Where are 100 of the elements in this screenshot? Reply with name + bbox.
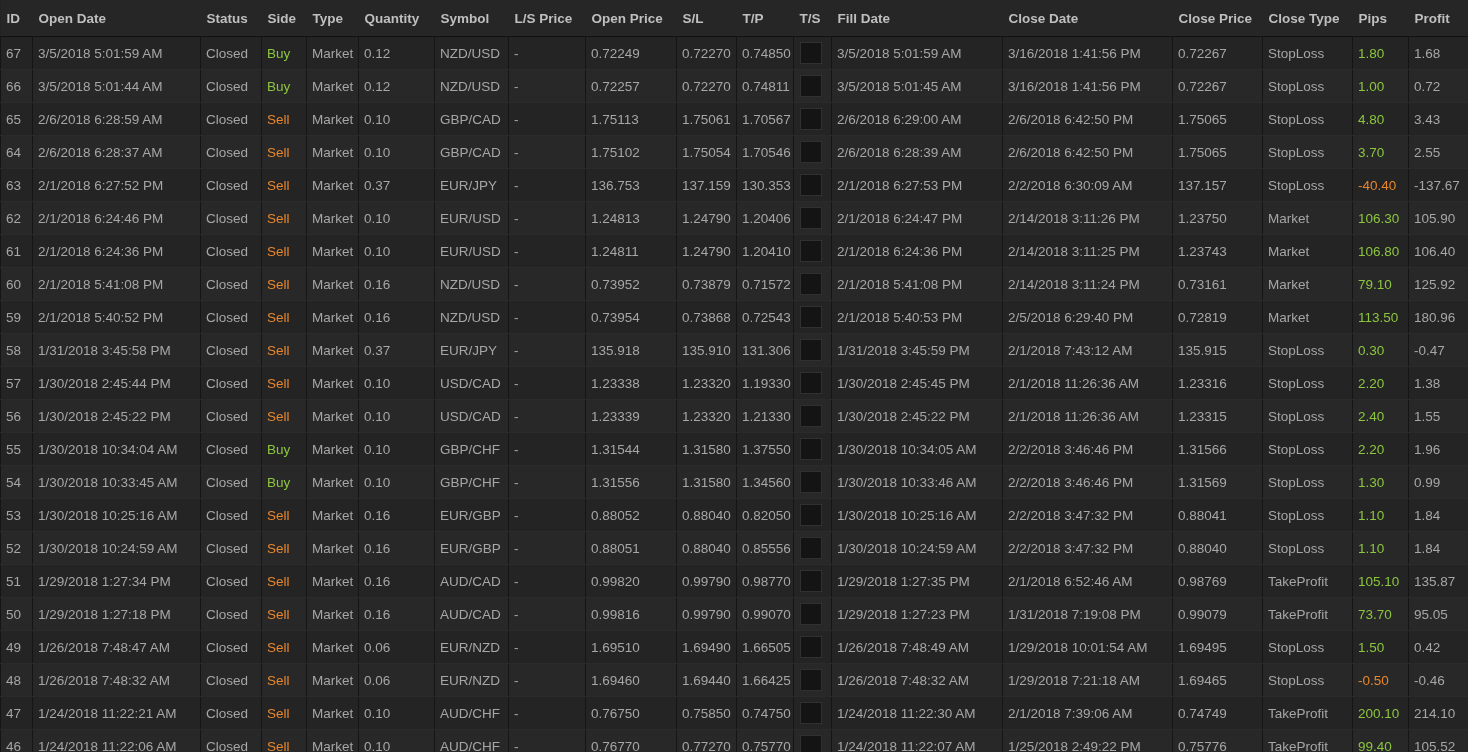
- price-cell: 0.76770: [585, 729, 677, 752]
- status-cell: Closed: [200, 696, 262, 730]
- pips-cell: -40.40: [1352, 168, 1409, 202]
- trailing-stop-checkbox[interactable]: [800, 405, 822, 427]
- status-cell: Closed: [200, 630, 262, 664]
- quantity-cell: 0.12: [358, 36, 435, 70]
- trailing-stop-checkbox[interactable]: [800, 174, 822, 196]
- date-cell: 2/1/2018 5:41:08 PM: [831, 267, 1003, 301]
- trailing-stop-checkbox[interactable]: [800, 702, 822, 724]
- price-cell: 0.76750: [585, 696, 677, 730]
- type-cell: Market: [306, 597, 359, 631]
- trailing-stop-checkbox[interactable]: [800, 339, 822, 361]
- trailing-stop-checkbox[interactable]: [800, 438, 822, 460]
- date-cell: 1/29/2018 1:27:34 PM: [32, 564, 201, 598]
- date-cell: 1/30/2018 10:25:16 AM: [831, 498, 1003, 532]
- type-cell: Market: [306, 465, 359, 499]
- trailing-stop-checkbox[interactable]: [800, 306, 822, 328]
- price-cell: 1.31580: [676, 465, 737, 499]
- price-cell: -: [508, 333, 586, 367]
- trailing-stop-checkbox[interactable]: [800, 240, 822, 262]
- date-cell: 1/30/2018 2:45:45 PM: [831, 366, 1003, 400]
- price-cell: 1.69490: [676, 630, 737, 664]
- price-cell: 131.306: [736, 333, 794, 367]
- profit-cell: -0.47: [1408, 333, 1468, 367]
- price-cell: 1.19330: [736, 366, 794, 400]
- symbol-cell: GBP/CAD: [434, 102, 509, 136]
- trailing-stop-checkbox[interactable]: [800, 471, 822, 493]
- quantity-cell: 0.37: [358, 333, 435, 367]
- side-cell: Sell: [261, 201, 307, 235]
- date-cell: 2/1/2018 6:24:46 PM: [32, 201, 201, 235]
- profit-cell: 105.90: [1408, 201, 1468, 235]
- pips-cell: 99.40: [1352, 729, 1409, 752]
- date-cell: 1/31/2018 7:19:08 PM: [1002, 597, 1173, 631]
- id-cell: 55: [0, 432, 33, 466]
- profit-cell: 106.40: [1408, 234, 1468, 268]
- id-cell: 47: [0, 696, 33, 730]
- price-cell: 0.72543: [736, 300, 794, 334]
- pips-cell: 113.50: [1352, 300, 1409, 334]
- pips-cell: 200.10: [1352, 696, 1409, 730]
- pips-cell: 1.10: [1352, 498, 1409, 532]
- trailing-stop-checkbox[interactable]: [800, 504, 822, 526]
- price-cell: 0.77270: [676, 729, 737, 752]
- date-cell: 1/30/2018 10:24:59 AM: [831, 531, 1003, 565]
- price-cell: 1.66505: [736, 630, 794, 664]
- date-cell: 2/6/2018 6:28:39 AM: [831, 135, 1003, 169]
- trailing-stop-checkbox[interactable]: [800, 141, 822, 163]
- side-cell: Sell: [261, 696, 307, 730]
- id-cell: 67: [0, 36, 33, 70]
- quantity-cell: 0.16: [358, 300, 435, 334]
- date-cell: 2/6/2018 6:28:59 AM: [32, 102, 201, 136]
- trailing-stop-checkbox[interactable]: [800, 636, 822, 658]
- price-cell: -: [508, 696, 586, 730]
- trailing-stop-checkbox[interactable]: [800, 108, 822, 130]
- symbol-cell: USD/CAD: [434, 366, 509, 400]
- id-cell: 56: [0, 399, 33, 433]
- date-cell: 3/16/2018 1:41:56 PM: [1002, 69, 1173, 103]
- type-cell: Market: [306, 366, 359, 400]
- price-cell: -: [508, 531, 586, 565]
- date-cell: 1/29/2018 7:21:18 AM: [1002, 663, 1173, 697]
- price-cell: 0.73954: [585, 300, 677, 334]
- trailing-stop-checkbox[interactable]: [800, 273, 822, 295]
- price-cell: -: [508, 267, 586, 301]
- price-cell: 0.88051: [585, 531, 677, 565]
- close-type-cell: StopLoss: [1262, 135, 1353, 169]
- trailing-stop-checkbox[interactable]: [800, 735, 822, 752]
- trailing-stop-checkbox[interactable]: [800, 75, 822, 97]
- price-cell: 1.69440: [676, 663, 737, 697]
- status-cell: Closed: [200, 399, 262, 433]
- price-cell: -: [508, 366, 586, 400]
- side-cell: Sell: [261, 597, 307, 631]
- trailing-stop-checkbox[interactable]: [800, 207, 822, 229]
- price-cell: 0.74750: [736, 696, 794, 730]
- date-cell: 2/6/2018 6:29:00 AM: [831, 102, 1003, 136]
- close-type-cell: TakeProfit: [1262, 564, 1353, 598]
- date-cell: 2/2/2018 3:46:46 PM: [1002, 465, 1173, 499]
- close-type-cell: StopLoss: [1262, 630, 1353, 664]
- price-cell: 0.75776: [1172, 729, 1263, 752]
- trailing-stop-checkbox[interactable]: [800, 372, 822, 394]
- price-cell: 0.72257: [585, 69, 677, 103]
- date-cell: 1/29/2018 1:27:23 PM: [831, 597, 1003, 631]
- price-cell: 0.88041: [1172, 498, 1263, 532]
- side-cell: Sell: [261, 498, 307, 532]
- profit-cell: 1.84: [1408, 531, 1468, 565]
- close-type-cell: StopLoss: [1262, 333, 1353, 367]
- trailing-stop-checkbox[interactable]: [800, 669, 822, 691]
- trailing-stop-checkbox[interactable]: [800, 537, 822, 559]
- date-cell: 1/25/2018 2:49:22 PM: [1002, 729, 1173, 752]
- trailing-stop-checkbox[interactable]: [800, 570, 822, 592]
- side-cell: Sell: [261, 729, 307, 752]
- trailing-stop-checkbox[interactable]: [800, 42, 822, 64]
- profit-cell: 1.68: [1408, 36, 1468, 70]
- price-cell: 0.73868: [676, 300, 737, 334]
- price-cell: 0.85556: [736, 531, 794, 565]
- price-cell: 0.72819: [1172, 300, 1263, 334]
- close-type-cell: StopLoss: [1262, 432, 1353, 466]
- date-cell: 3/5/2018 5:01:44 AM: [32, 69, 201, 103]
- trailing-stop-checkbox[interactable]: [800, 603, 822, 625]
- pips-cell: 105.10: [1352, 564, 1409, 598]
- price-cell: 0.98769: [1172, 564, 1263, 598]
- id-cell: 54: [0, 465, 33, 499]
